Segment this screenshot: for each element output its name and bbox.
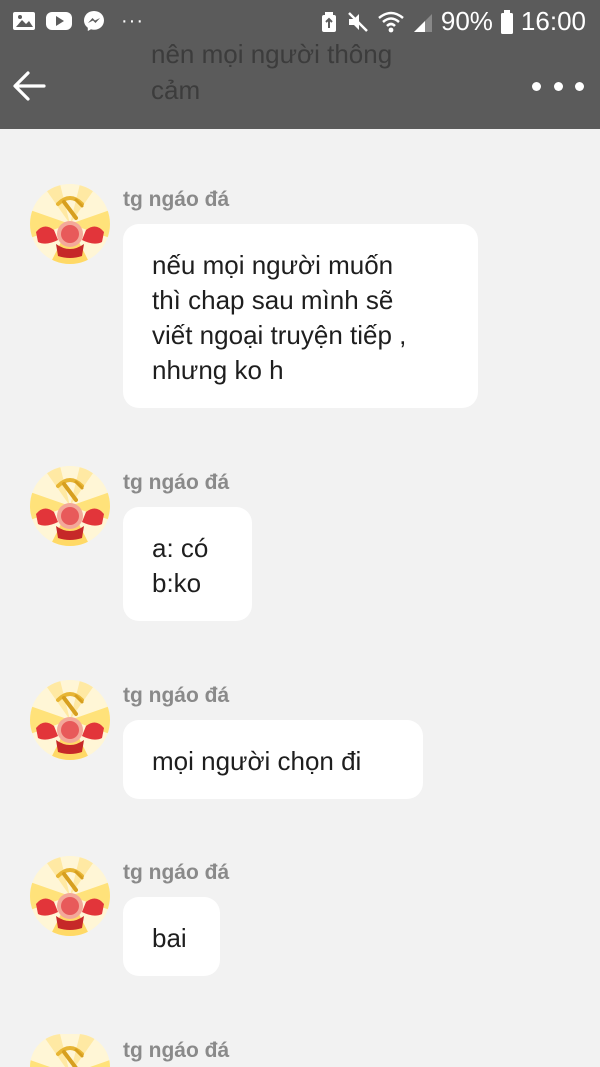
sender-avatar[interactable] [30, 856, 110, 936]
message-bubble[interactable]: nếu mọi người muốn thì chap sau mình sẽ … [123, 224, 478, 408]
previous-message-text: nên mọi người thông cảm [151, 39, 393, 105]
back-button[interactable] [10, 66, 50, 106]
gallery-icon [12, 9, 36, 33]
dot-icon [532, 81, 541, 91]
signal-icon [412, 10, 434, 34]
dot-icon [575, 81, 584, 91]
message-bubble[interactable]: a: có b:ko [123, 507, 252, 621]
sender-name: tg ngáo đá [123, 188, 230, 211]
battery-percent: 90% [440, 6, 493, 36]
more-notifications-icon: ··· [121, 10, 144, 32]
youtube-icon [45, 9, 73, 33]
top-app-bar: ··· 90% 16:00 nên mọi người thông cảm [0, 0, 600, 129]
battery-icon [500, 9, 514, 35]
message-bubble[interactable]: mọi người chọn đi [123, 720, 423, 799]
more-options-button[interactable] [530, 66, 586, 106]
sender-name: tg ngáo đá [123, 861, 230, 884]
recycle-icon [319, 10, 339, 34]
sender-name: tg ngáo đá [123, 684, 230, 707]
sender-avatar[interactable] [30, 1034, 110, 1067]
sender-avatar[interactable] [30, 680, 110, 760]
wifi-icon [377, 10, 405, 34]
sender-avatar[interactable] [30, 184, 110, 264]
arrow-left-icon [13, 71, 46, 101]
message-bubble[interactable]: bai [123, 897, 220, 976]
clock: 16:00 [520, 6, 586, 36]
dot-icon [553, 81, 563, 91]
sender-name: tg ngáo đá [123, 471, 230, 494]
mute-icon [346, 10, 370, 34]
sender-name: tg ngáo đá [123, 1039, 230, 1062]
messenger-icon [82, 9, 106, 33]
sender-avatar[interactable] [30, 466, 110, 546]
